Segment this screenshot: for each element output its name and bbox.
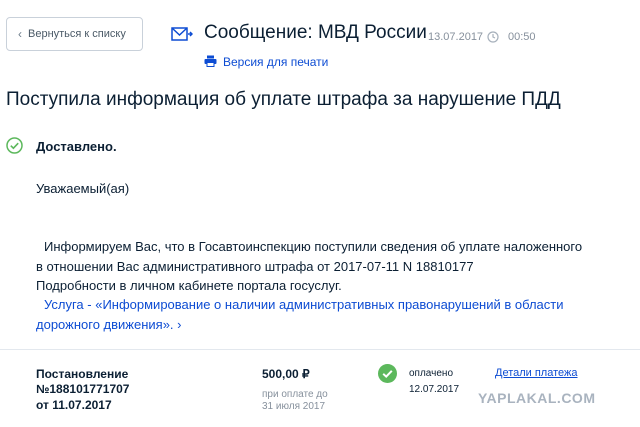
body-line-2: в отношении Вас административного штрафа… bbox=[36, 259, 474, 274]
message-subject: Поступила информация об уплате штрафа за… bbox=[6, 89, 561, 110]
service-link-line-2[interactable]: дорожного движения». › bbox=[36, 317, 181, 332]
discount-due-label: при оплате до bbox=[262, 389, 328, 400]
greeting-text: Уважаемый(ая) bbox=[36, 181, 130, 196]
payment-details-link[interactable]: Детали платежа bbox=[495, 367, 578, 379]
discount-due-date: 31 июля 2017 bbox=[262, 401, 326, 412]
print-version-link[interactable]: Версия для печати bbox=[223, 55, 328, 69]
ruling-label: Постановление bbox=[36, 367, 129, 381]
envelope-icon bbox=[171, 27, 193, 41]
fine-amount: 500,00 ₽ bbox=[262, 367, 310, 381]
back-to-list-button[interactable]: ‹ Вернуться к списку bbox=[6, 17, 143, 51]
clock-icon bbox=[487, 31, 499, 43]
message-date: 13.07.2017 bbox=[428, 31, 484, 43]
payment-status: оплачено bbox=[409, 368, 454, 379]
delivered-check-icon bbox=[6, 137, 23, 154]
ruling-number: №188101771707 bbox=[36, 382, 130, 396]
body-line-3: Подробности в личном кабинете портала го… bbox=[36, 278, 342, 293]
payment-date: 12.07.2017 bbox=[409, 384, 460, 395]
ruling-date: от 11.07.2017 bbox=[36, 398, 112, 412]
watermark: YAPLAKAL.COM bbox=[478, 390, 596, 406]
body-line-1: Информируем Вас, что в Госавтоинспекцию … bbox=[44, 239, 583, 254]
chevron-left-icon: ‹ bbox=[18, 27, 22, 41]
message-time: 00:50 bbox=[508, 31, 536, 43]
back-to-list-label: Вернуться к списку bbox=[28, 28, 126, 40]
service-link-line-1[interactable]: Услуга - «Информирование о наличии админ… bbox=[44, 297, 564, 312]
delivery-status: Доставлено. bbox=[36, 139, 117, 154]
paid-check-icon bbox=[378, 364, 397, 383]
section-divider bbox=[0, 349, 640, 350]
message-title: Сообщение: МВД России bbox=[204, 22, 427, 43]
printer-icon[interactable] bbox=[204, 55, 217, 67]
